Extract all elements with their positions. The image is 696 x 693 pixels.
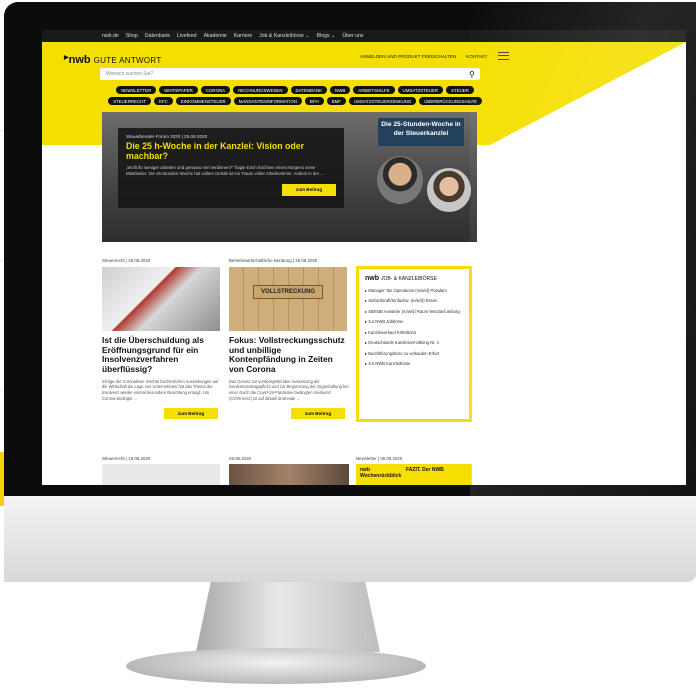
newsletter-banner[interactable]: nwb FAZIT. Der NWB Wochenrückblick xyxy=(356,464,472,485)
hero-title[interactable]: Die 25 h-Woche in der Kanzlei: Vision od… xyxy=(126,141,336,161)
read-article-button[interactable]: zum Beitrag xyxy=(164,407,218,419)
kanzlei-board-link[interactable]: zur NWB Kanzleibörse xyxy=(365,361,463,366)
hero-read-button[interactable]: zum Beitrag xyxy=(282,184,336,196)
tag[interactable]: MANDANTENINFORMATION xyxy=(233,97,302,106)
nav-link[interactable]: Über uns xyxy=(342,33,363,39)
article-text: Das Gesetz zur vorübergehenden Aussetzun… xyxy=(229,378,349,401)
nav-link[interactable]: nwb.de xyxy=(102,33,119,39)
job-listing[interactable]: StB/StB Anwärter (m/w/d) Raum Wetzlar/Li… xyxy=(365,309,463,314)
tag[interactable]: UMSATZSTEUER xyxy=(397,86,444,95)
tag[interactable]: ARBEITSHILFE xyxy=(353,86,395,95)
article-title[interactable]: Fokus: Vollstreckungsschutz und unbillig… xyxy=(229,335,349,375)
tag[interactable]: BMF xyxy=(326,97,346,106)
read-article-button[interactable]: zum Beitrag xyxy=(291,407,345,419)
article-card: Steuerrecht | 25.08.2020 Ist die Übersch… xyxy=(102,258,220,419)
tag[interactable]: STEUERRECHT xyxy=(108,97,151,106)
nav-link[interactable]: Livefeed xyxy=(177,33,197,39)
sidebar-logo: nwb JOB- & KANZLEIBÖRSE xyxy=(365,275,437,282)
article-meta: Steuerrecht | 19.08.2020 xyxy=(102,456,151,461)
monitor-chin xyxy=(4,496,696,582)
hero-textbox: Steuerberater-Forum 2020 | 25.08.2020 Di… xyxy=(118,128,344,208)
article-meta: Newsletter | 06.08.2020 xyxy=(356,456,403,461)
topic-tags: NEWSLETTER WHITEPAPER CORONA RECHNUNGSWE… xyxy=(100,86,490,106)
tag[interactable]: WHITEPAPER xyxy=(159,86,198,95)
search-input[interactable]: Wonach suchen Sie? xyxy=(100,68,480,80)
kanzlei-listing[interactable]: Kanzleiverkauf Köln/Bonn xyxy=(365,330,463,335)
article-image[interactable] xyxy=(229,464,349,485)
job-listing[interactable]: Manager Tax Operations (m/w/d) Potsdam xyxy=(365,288,463,293)
monitor-stand-base xyxy=(126,648,426,684)
article-meta: 28.08.2020 xyxy=(229,456,251,461)
nav-link[interactable]: Blogs ⌄ xyxy=(317,33,336,39)
portrait-photo xyxy=(377,156,423,204)
article-meta: Betriebswirtschaftliche Beratung | 25.08… xyxy=(229,258,318,263)
article-image[interactable] xyxy=(102,464,220,485)
tag[interactable]: BFH xyxy=(304,97,324,106)
job-listing[interactable]: Sinfachkraft/Sinfachw. (m/w/d) Essen xyxy=(365,298,463,303)
article-image[interactable]: VOLLSTRECKUNG xyxy=(229,267,347,331)
job-board-sidebar: nwb JOB- & KANZLEIBÖRSE Manager Tax Oper… xyxy=(356,266,472,422)
tag[interactable]: UMSATZSTEUERSENKUNG xyxy=(348,97,417,106)
tag[interactable]: CORONA xyxy=(200,86,231,95)
nav-link[interactable]: Job & Kanzleibörse ⌄ xyxy=(259,33,310,39)
screen-glare xyxy=(470,2,696,500)
tag[interactable]: NEWSLETTER xyxy=(116,86,157,95)
tag[interactable]: NWB xyxy=(330,86,351,95)
article-image[interactable] xyxy=(102,267,220,331)
portrait-photo xyxy=(427,168,471,212)
tag[interactable]: DATENBANK xyxy=(290,86,328,95)
nav-link[interactable]: Datenbank xyxy=(145,33,170,39)
promo-badge: Die 25-Stunden-Woche in der Steuerkanzle… xyxy=(378,118,464,146)
article-meta: Steuerrecht | 25.08.2020 xyxy=(102,258,151,263)
tag[interactable]: RECHNUNGSWESEN xyxy=(233,86,288,95)
hero-meta: Steuerberater-Forum 2020 | 25.08.2020 xyxy=(126,134,208,139)
job-board-link[interactable]: zur NWB Jobbörse xyxy=(365,319,463,324)
monitor-stand-neck xyxy=(196,582,380,652)
nav-link[interactable]: Karriere xyxy=(234,33,252,39)
login-link[interactable]: ANMELDEN UND PRODUKT FREISCHALTEN xyxy=(360,54,456,59)
nav-link[interactable]: Akademie xyxy=(204,33,227,39)
image-label: VOLLSTRECKUNG xyxy=(253,285,323,299)
kanzlei-listing[interactable]: Buchführungsbüro zu verkaufen Erfurt xyxy=(365,351,463,356)
article-title[interactable]: Ist die Überschuldung als Eröffnungsgrun… xyxy=(102,335,220,375)
kanzlei-listing[interactable]: Deutschlands Kanzleivermittlung Nr. 1 xyxy=(365,340,463,345)
tag[interactable]: EINKOMMENSTEUER xyxy=(175,97,231,106)
hero-text: „Wollt ihr weniger arbeiten und genauso … xyxy=(126,165,324,176)
nav-link[interactable]: Shop xyxy=(126,33,138,39)
tag[interactable]: KFC xyxy=(154,97,173,106)
article-text: Infolge der Coronakrise möchte fürchterl… xyxy=(102,378,219,401)
article-card: Betriebswirtschaftliche Beratung | 25.08… xyxy=(229,258,349,419)
site-logo[interactable]: ▶nwb GUTE ANTWORT xyxy=(64,54,162,66)
